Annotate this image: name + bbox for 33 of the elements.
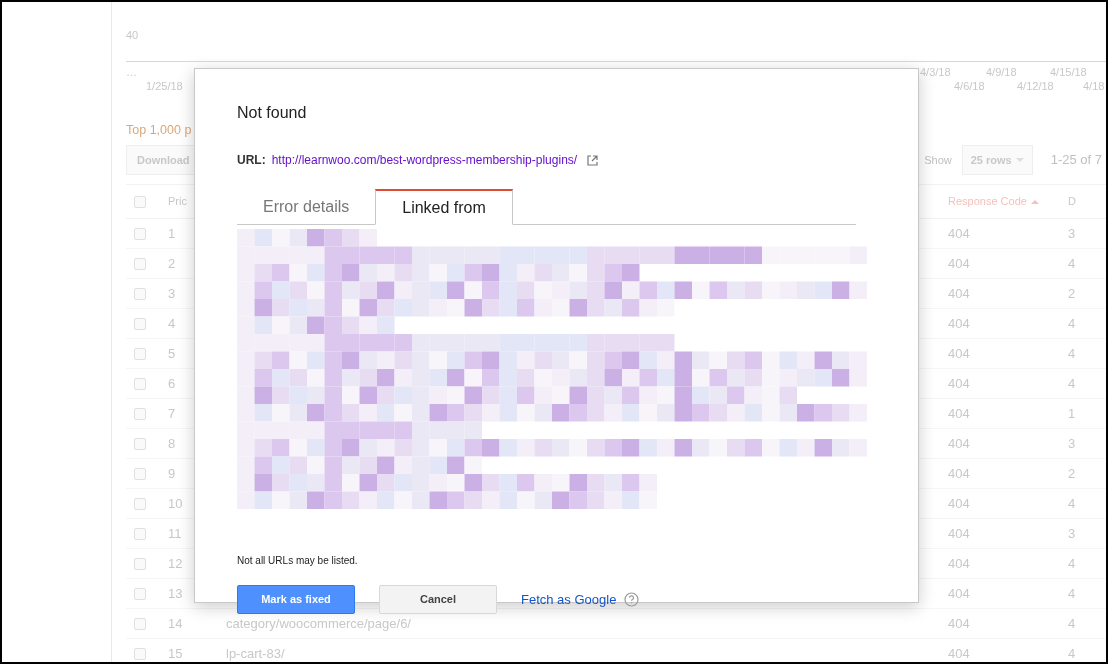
checkbox[interactable] [134,227,146,240]
checkbox[interactable] [134,287,146,300]
checkbox[interactable] [134,587,146,600]
checkbox[interactable] [134,557,146,570]
note-text: Not all URLs may be listed. [237,555,358,566]
external-link-icon [587,154,599,166]
url-label: URL: [237,152,266,169]
checkbox[interactable] [134,647,146,660]
checkbox[interactable] [134,527,146,540]
column-header[interactable]: Response Code [948,193,1068,210]
checkbox[interactable] [134,407,146,420]
checkbox[interactable] [134,467,146,480]
tab[interactable]: Linked from [375,189,513,225]
checkbox[interactable] [134,257,146,270]
mark-as-fixed-button[interactable]: Mark as fixed [237,585,355,614]
url-link[interactable]: http://learnwoo.com/best-wordpress-membership-plugins/ [271,151,578,169]
checkbox[interactable] [134,437,146,450]
sort-up-icon [1030,199,1039,204]
pagination-label: 1-25 of 7 [1050,151,1102,170]
fetch-as-google-link[interactable]: Fetch as Google [521,589,617,610]
show-label: Show [924,152,952,168]
tab[interactable]: Error details [237,189,376,225]
axis-label: … [126,65,137,80]
checkbox[interactable] [134,617,146,630]
dialog-title: Not found [237,104,307,121]
checkbox[interactable] [134,195,146,208]
checkbox[interactable] [134,377,146,390]
help-icon [624,592,640,607]
checkbox[interactable] [134,347,146,360]
checkbox[interactable] [134,317,146,330]
checkbox[interactable] [134,497,146,510]
cancel-button[interactable]: Cancel [379,585,497,614]
section-title: Top 1,000 p [126,122,192,140]
